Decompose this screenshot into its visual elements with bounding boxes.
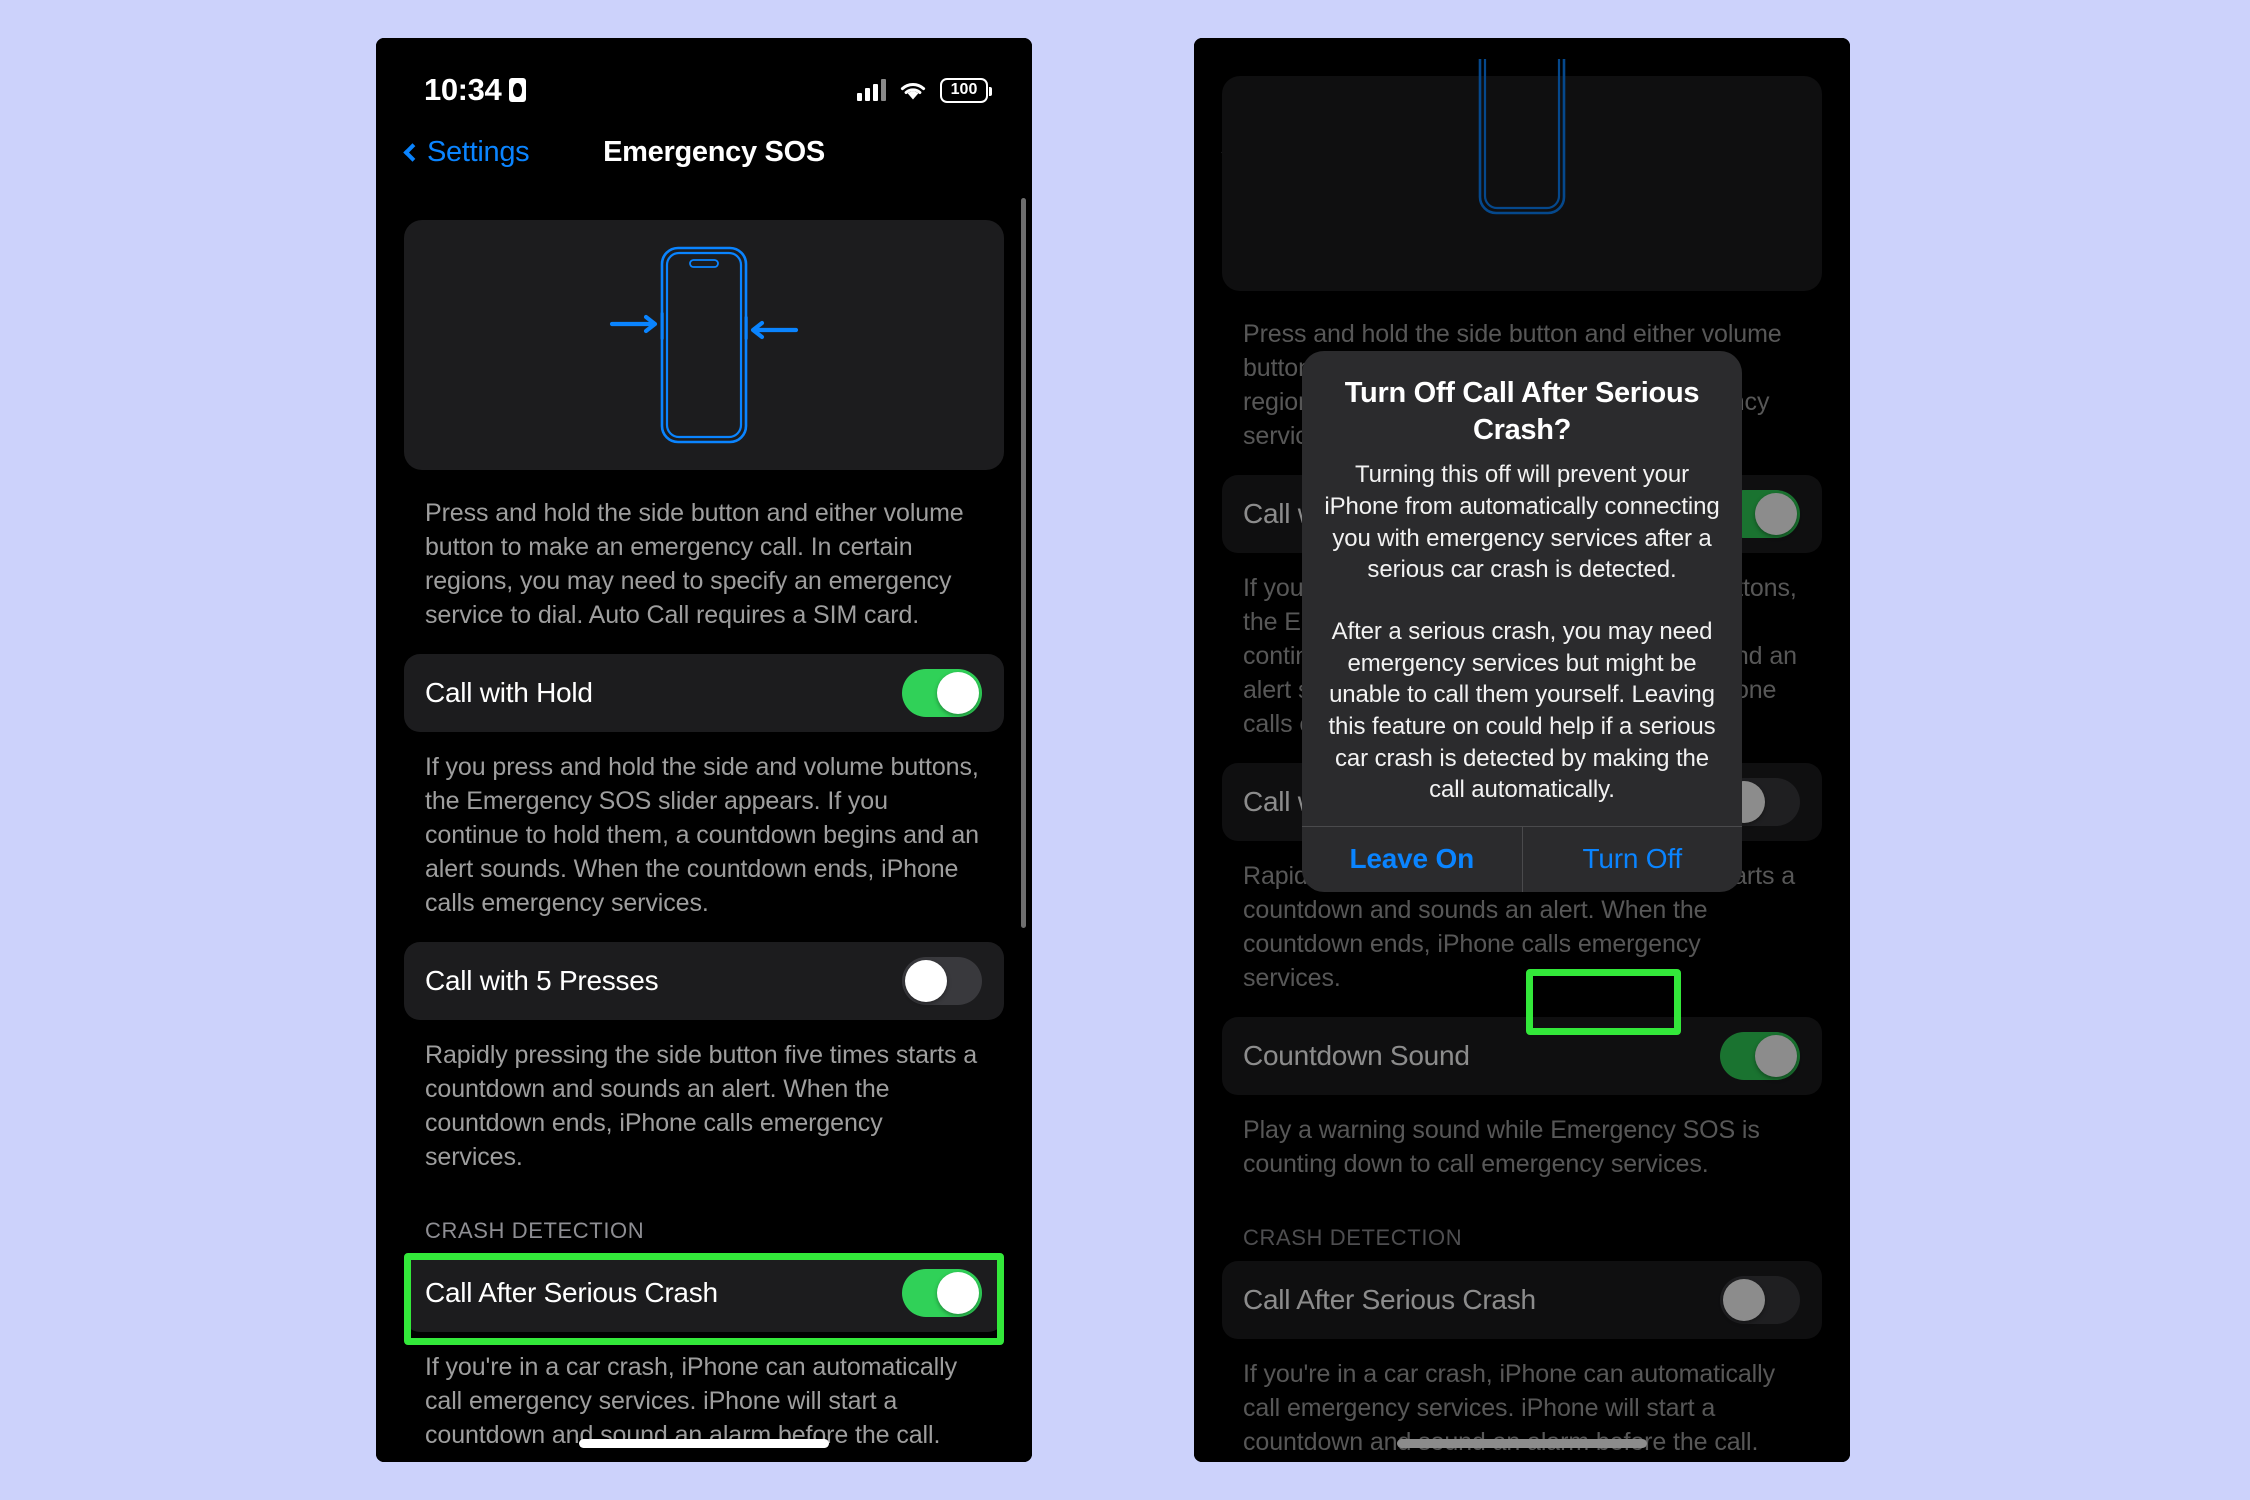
- emergency-sos-caption: Press and hold the side button and eithe…: [425, 499, 964, 629]
- status-time-left: 10:34: [424, 72, 527, 108]
- toggle-knob: [937, 672, 979, 714]
- row-call-with-hold-label: Call with Hold: [425, 677, 593, 708]
- lock-portrait-icon: [509, 78, 527, 102]
- back-button-label: Settings: [427, 135, 530, 168]
- settings-list-left: Press and hold the side button and eithe…: [376, 188, 1032, 1462]
- row-call-after-serious-crash-label: Call After Serious Crash: [425, 1277, 718, 1308]
- dialog-paragraph-2: After a serious crash, you may need emer…: [1328, 617, 1716, 804]
- status-bar-left: 10:34 100: [376, 38, 1032, 116]
- leave-on-button[interactable]: Leave On: [1302, 827, 1522, 892]
- screen-right: 10:35 100 Settings Emergency SOS: [1194, 38, 1850, 1462]
- turn-off-crash-detection-dialog: Turn Off Call After Serious Crash? Turni…: [1302, 351, 1742, 892]
- status-indicators-left: 100: [857, 77, 992, 103]
- iphone-side-buttons-illustration: [404, 220, 1004, 470]
- row-call-with-5-presses-label: Call with 5 Presses: [425, 965, 659, 996]
- wifi-icon: [900, 82, 926, 99]
- toggle-call-after-serious-crash[interactable]: [902, 1269, 982, 1317]
- dialog-paragraph-1: Turning this off will prevent your iPhon…: [1324, 461, 1720, 584]
- dialog-actions: Leave On Turn Off: [1302, 825, 1743, 892]
- cellular-signal-icon: [857, 79, 886, 101]
- row-call-with-5-presses[interactable]: Call with 5 Presses: [404, 942, 1004, 1020]
- battery-icon: 100: [940, 77, 992, 103]
- toggle-call-with-hold[interactable]: [902, 669, 982, 717]
- phone-left: 10:34 100 Settings Emergency SOS Press a…: [376, 38, 1032, 1462]
- row-call-with-hold[interactable]: Call with Hold: [404, 654, 1004, 732]
- toggle-knob: [937, 1272, 979, 1314]
- home-indicator-left: [579, 1439, 829, 1448]
- toggle-knob: [905, 960, 947, 1002]
- scroll-indicator-left[interactable]: [1021, 198, 1026, 928]
- screen-left: 10:34 100 Settings Emergency SOS Press a…: [376, 38, 1032, 1462]
- back-button-left[interactable]: Settings: [403, 135, 530, 169]
- battery-percent: 100: [950, 81, 978, 98]
- note-call-after-serious-crash: If you're in a car crash, iPhone can aut…: [425, 1353, 957, 1449]
- chevron-left-icon: [403, 142, 422, 162]
- turn-off-button[interactable]: Turn Off: [1521, 826, 1743, 892]
- row-call-after-serious-crash[interactable]: Call After Serious Crash: [404, 1254, 1004, 1332]
- status-time-text: 10:34: [424, 72, 502, 107]
- phone-right: 10:35 100 Settings Emergency SOS: [1194, 38, 1850, 1462]
- nav-bar-left: Settings Emergency SOS: [376, 116, 1032, 188]
- note-call-with-hold: If you press and hold the side and volum…: [425, 753, 979, 917]
- dialog-body: Turn Off Call After Serious Crash? Turni…: [1302, 351, 1742, 826]
- section-header-crash-detection: CRASH DETECTION: [425, 1218, 645, 1243]
- toggle-call-with-5-presses[interactable]: [902, 957, 982, 1005]
- note-call-with-5-presses: Rapidly pressing the side button five ti…: [425, 1041, 978, 1171]
- dialog-title: Turn Off Call After Serious Crash?: [1344, 377, 1700, 447]
